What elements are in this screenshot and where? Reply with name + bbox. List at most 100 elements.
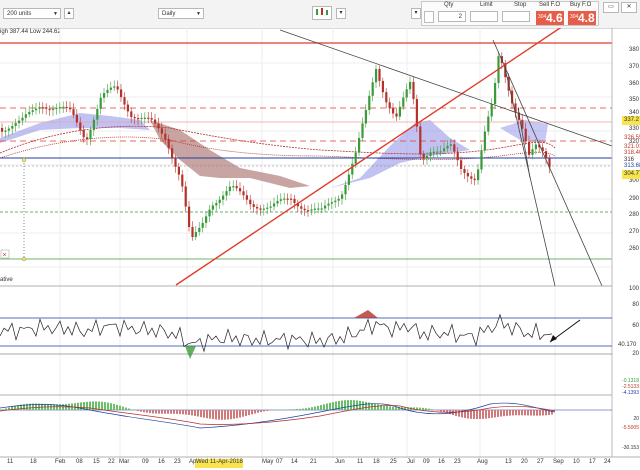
candle-body (351, 163, 354, 175)
price-chart[interactable]: × (0, 28, 640, 470)
candle-body (531, 149, 534, 155)
macd-bar (521, 410, 523, 416)
date-tick: 08 (76, 459, 83, 465)
macd-bar (515, 410, 517, 416)
chart-type-button[interactable] (312, 6, 332, 20)
candle-body (116, 86, 119, 90)
deal-ticket: Qty 2 Limit Stop Sell F.O 304 4.6 Buy F.… (421, 1, 599, 26)
candle-body (11, 125, 14, 129)
macd-bar (260, 410, 262, 413)
candle-body (313, 208, 316, 210)
candle-body (310, 209, 313, 211)
macd-bar (320, 405, 322, 410)
candle-body (184, 186, 187, 207)
maximize-button[interactable]: ▭ (603, 2, 619, 13)
toolbar-expand-button[interactable]: ▾ (411, 8, 421, 19)
macd-bar (533, 410, 535, 416)
candle-body (252, 204, 255, 207)
macd-bar (392, 406, 394, 410)
candle-body (480, 150, 483, 170)
candle-body (245, 195, 248, 200)
macd-bar (284, 409, 286, 410)
candle-body (48, 108, 51, 110)
candle-body (412, 81, 415, 100)
candle-body (171, 148, 174, 158)
macd-bar (542, 410, 544, 416)
date-tick: Sep (553, 459, 564, 465)
buy-button[interactable]: 304 4.8 (568, 11, 596, 25)
macd-bar (488, 410, 490, 419)
price-axis[interactable]: 380 370 360 350 340 330 320 300 290 280 … (612, 28, 640, 451)
qty-input[interactable]: 2 (438, 11, 466, 22)
candle-body (113, 86, 116, 88)
timeframe-value: Daily (162, 11, 176, 17)
rsi-tick: 100 (628, 286, 639, 292)
candle-body (130, 111, 133, 118)
close-button[interactable]: ✕ (621, 2, 637, 13)
candle-body (62, 106, 65, 109)
date-axis[interactable]: 11 18 Feb 08 15 22 Mar 09 16 23 Apr Wed … (0, 459, 612, 470)
candle-body (31, 110, 34, 112)
macd-bar (80, 402, 82, 410)
candle-body (75, 114, 78, 123)
candle-body (385, 92, 388, 103)
lock-icon[interactable] (424, 11, 434, 23)
chart-toolbar: 200 units ▼ ▴ Daily ▼ ▾ ▾ Qty 2 Limit St… (0, 0, 640, 29)
date-tick: 10 (573, 459, 580, 465)
candle-body (208, 209, 211, 217)
candle-body (398, 106, 401, 117)
candle-body (470, 176, 473, 179)
macd-bar (152, 410, 154, 414)
candle-body (426, 155, 429, 159)
macd-bar (113, 403, 115, 410)
price-tag-current: 304.77 (622, 170, 640, 179)
candle-body (375, 68, 378, 83)
candle-body (446, 145, 449, 149)
buy-label: Buy F.O (570, 2, 592, 8)
macd-bar (458, 410, 460, 417)
marker-dot-upper (21, 157, 27, 163)
candle-body (45, 107, 48, 109)
downtrend-line-long[interactable] (279, 29, 613, 147)
candle-body (205, 216, 208, 223)
candle-body (405, 89, 408, 98)
cloud-blue-aug (500, 120, 548, 143)
macd-bar (149, 410, 151, 414)
candle-body (92, 119, 95, 130)
macd-bar (428, 408, 430, 410)
price-tick: 290 (628, 196, 639, 202)
limit-input[interactable] (470, 11, 498, 22)
candle-body (58, 107, 61, 109)
macd-bar (479, 410, 481, 420)
chart-type-dropdown[interactable]: ▾ (336, 8, 346, 19)
units-select[interactable]: 200 units ▼ (3, 8, 61, 19)
timeframe-select[interactable]: Daily ▼ (158, 8, 204, 19)
stop-input[interactable] (502, 11, 530, 22)
candle-body (201, 222, 204, 228)
candle-body (286, 198, 289, 200)
units-increment-button[interactable]: ▴ (64, 8, 74, 19)
price-tag-yellow: 337.2 (622, 116, 640, 125)
macd-bar (212, 410, 214, 420)
candle-body (330, 202, 333, 204)
candle-body (273, 203, 276, 207)
date-tick: Jun (335, 459, 345, 465)
candle-body (276, 200, 279, 204)
macd-bar (251, 410, 253, 415)
macd-bar (86, 401, 88, 410)
candle-body (256, 206, 259, 209)
candle-body (378, 68, 381, 81)
candle-body (259, 208, 262, 210)
candle-body (279, 199, 282, 201)
candle-body (198, 227, 201, 232)
chevron-down-icon: ▼ (53, 11, 58, 17)
sell-button[interactable]: 304 4.6 (536, 11, 564, 25)
macd-bar (233, 410, 235, 419)
macd-bar (188, 410, 190, 415)
uptrend-line-red[interactable] (175, 28, 575, 286)
macd-bar (329, 402, 331, 410)
date-tick: 13 (505, 459, 512, 465)
macd-bar (110, 403, 112, 410)
price-grid (0, 28, 612, 458)
fan-line-1[interactable] (492, 39, 603, 287)
